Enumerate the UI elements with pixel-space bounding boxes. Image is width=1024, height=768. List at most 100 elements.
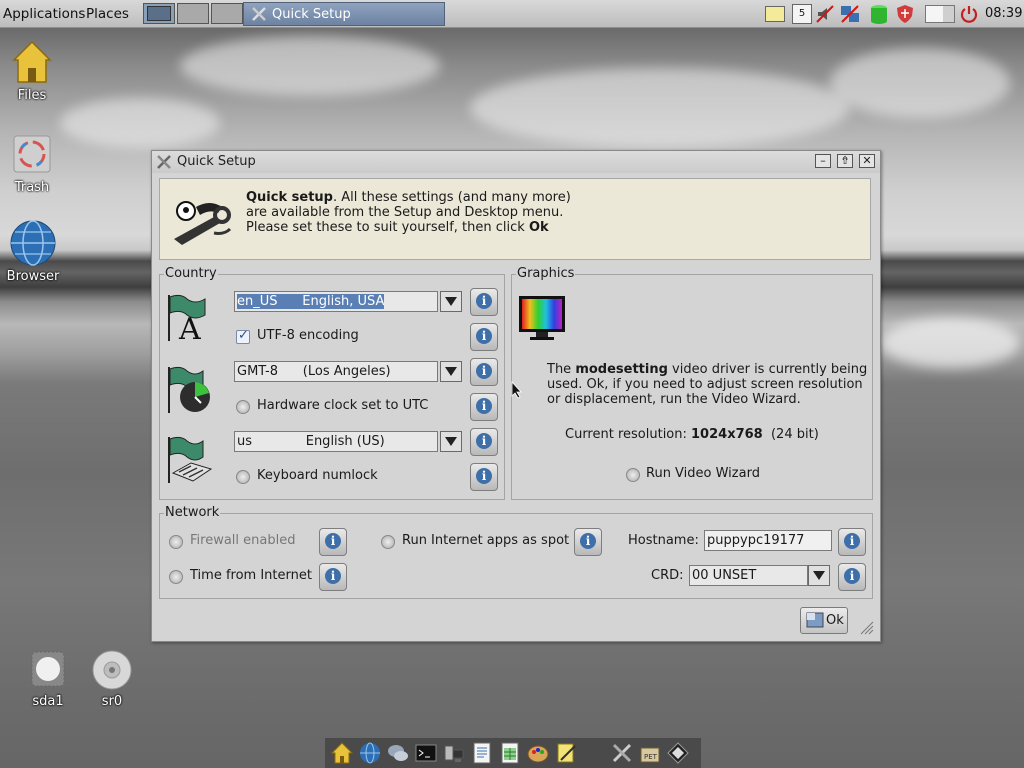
menu-applications[interactable]: Applications (3, 6, 85, 22)
keyboard-dropdown-arrow[interactable] (440, 431, 462, 452)
hwclock-label: Hardware clock set to UTC (257, 398, 429, 413)
notes-icon[interactable] (765, 6, 785, 22)
computer-icon[interactable] (443, 742, 465, 764)
close-button[interactable]: ✕ (859, 154, 875, 168)
firewall-label: Firewall enabled (190, 533, 296, 548)
desktop-icon-files[interactable]: Files (0, 40, 64, 103)
window-title: Quick Setup (177, 154, 256, 169)
resize-grip-icon[interactable] (860, 621, 874, 635)
browser-icon (10, 220, 56, 266)
current-resolution: Current resolution: 1024x768 (24 bit) (565, 427, 819, 442)
firewall-info-button[interactable] (319, 528, 347, 556)
desktop-icon-browser[interactable]: Browser (1, 219, 65, 284)
network-frame: Network Firewall enabled Run Internet ap… (159, 505, 873, 599)
utf8-info-button[interactable] (470, 323, 498, 351)
maximize-button[interactable]: ⇮ (837, 154, 853, 168)
timezone-dropdown[interactable]: GMT-8 (Los Angeles) (234, 361, 438, 382)
hwclock-checkbox[interactable] (236, 400, 250, 414)
power-icon[interactable] (959, 4, 979, 24)
monitor-icon (519, 296, 565, 340)
crd-dropdown-arrow[interactable] (808, 565, 830, 586)
time-internet-label: Time from Internet (190, 568, 312, 583)
desktop-icon-label: sda1 (32, 694, 64, 709)
video-wizard-label: Run Video Wizard (646, 466, 760, 481)
hostname-info-button[interactable] (838, 528, 866, 556)
workspace-3[interactable] (211, 3, 243, 24)
firewall-checkbox[interactable] (169, 535, 183, 549)
package-manager-icon[interactable]: PET (639, 742, 661, 764)
menu-places[interactable]: Places (86, 6, 129, 22)
mouse-pointer-icon (511, 381, 522, 399)
setup-tools-icon[interactable] (611, 742, 633, 764)
numlock-label: Keyboard numlock (257, 468, 378, 483)
spot-checkbox[interactable] (381, 535, 395, 549)
clock[interactable]: 08:39 (985, 6, 1022, 21)
hwclock-info-button[interactable] (470, 393, 498, 421)
drive-sr0-icon (92, 650, 132, 690)
globe-icon[interactable] (359, 742, 381, 764)
maximize-icon: ⇮ (840, 154, 850, 167)
time-internet-checkbox[interactable] (169, 570, 183, 584)
terminal-icon[interactable] (415, 742, 437, 764)
paint-icon[interactable] (527, 742, 549, 764)
calendar-icon[interactable]: 5 (792, 4, 812, 24)
locale-dropdown[interactable]: en_US English, USA (234, 291, 438, 312)
crd-dropdown[interactable]: 00 UNSET (689, 565, 808, 586)
driver-text-pre: The (547, 362, 576, 377)
timezone-info-button[interactable] (470, 358, 498, 386)
utf8-checkbox[interactable] (236, 328, 250, 344)
desktop-icon-sr0[interactable]: sr0 (80, 650, 144, 709)
firewall-shield-icon[interactable] (895, 4, 915, 24)
network-disconnected-icon[interactable] (840, 4, 860, 24)
crd-info-button[interactable] (838, 563, 866, 591)
battery-icon[interactable] (925, 5, 955, 23)
spot-label: Run Internet apps as spot (402, 533, 570, 548)
tools-icon (157, 155, 171, 169)
chat-icon[interactable] (387, 742, 409, 764)
taskbar-button-label: Quick Setup (272, 7, 351, 22)
text-editor-icon[interactable] (555, 742, 577, 764)
storage-icon[interactable] (869, 4, 889, 24)
resolution-label: Current resolution: (565, 427, 692, 442)
locale-info-button[interactable] (470, 288, 498, 316)
files-icon (12, 40, 52, 83)
graphics-frame: Graphics The modesetting video driver is… (511, 266, 873, 500)
ok-icon (806, 612, 824, 628)
desktop-icon-trash[interactable]: Trash (0, 132, 64, 195)
resolution-depth: (24 bit) (762, 427, 819, 442)
window-titlebar[interactable]: Quick Setup – ⇮ ✕ (152, 151, 880, 173)
home-icon[interactable] (331, 742, 353, 764)
locale-dropdown-arrow[interactable] (440, 291, 462, 312)
driver-text-line2: used. Ok, if you need to adjust screen r… (547, 377, 863, 392)
video-wizard-checkbox[interactable] (626, 468, 640, 482)
timezone-dropdown-arrow[interactable] (440, 361, 462, 382)
drive-sda1-icon (31, 651, 65, 687)
driver-name: modesetting (575, 362, 668, 377)
numlock-info-button[interactable] (470, 463, 498, 491)
minimize-button[interactable]: – (815, 154, 831, 168)
workspace-2[interactable] (177, 3, 209, 24)
hostname-input[interactable]: puppypc19177 (704, 530, 832, 551)
document-icon[interactable] (471, 742, 493, 764)
desktop-icon-sda1[interactable]: sda1 (16, 650, 80, 709)
taskbar-button-quick-setup[interactable]: Quick Setup (243, 2, 445, 26)
mount-icon[interactable] (667, 742, 689, 764)
driver-description: The modesetting video driver is currentl… (547, 362, 867, 407)
banner-text: Quick setup. All these settings (and man… (246, 190, 571, 235)
ok-button-label: Ok (826, 613, 844, 628)
numlock-checkbox[interactable] (236, 470, 250, 484)
desktop-icon-label: Browser (6, 269, 60, 284)
time-internet-info-button[interactable] (319, 563, 347, 591)
banner-bold-title: Quick setup (246, 190, 333, 205)
keyboard-dropdown[interactable]: us English (US) (234, 431, 438, 452)
tools-icon (252, 7, 266, 21)
keyboard-info-button[interactable] (470, 428, 498, 456)
workspace-1[interactable] (143, 3, 175, 24)
spreadsheet-icon[interactable] (499, 742, 521, 764)
desktop-icon-label: Trash (14, 180, 50, 195)
utf8-label: UTF-8 encoding (257, 328, 359, 343)
spot-info-button[interactable] (574, 528, 602, 556)
crd-value: 00 UNSET (692, 568, 757, 583)
ok-button[interactable]: Ok (800, 607, 848, 634)
no-sound-icon[interactable] (815, 4, 835, 24)
